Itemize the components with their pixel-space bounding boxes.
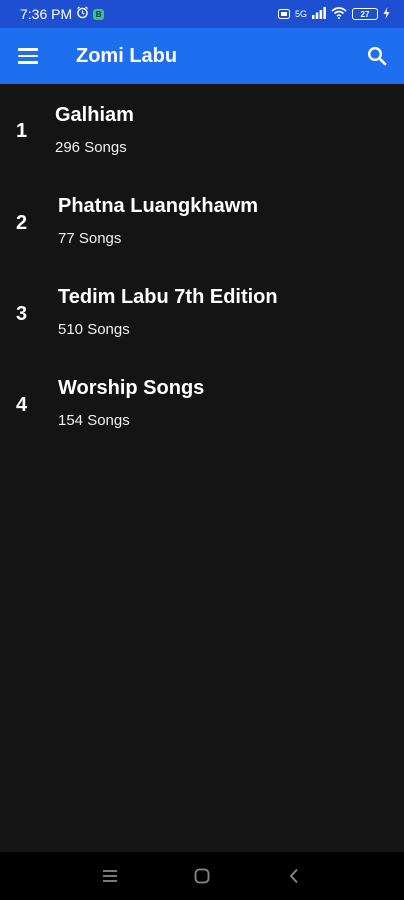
item-song-count: 77 Songs <box>58 230 122 247</box>
wifi-icon <box>331 6 347 22</box>
network-type-label: 5G <box>294 9 307 19</box>
app-bar: Zomi Labu <box>0 28 404 84</box>
list-item[interactable]: 2 Phatna Luangkhawm 77 Songs <box>0 175 404 266</box>
item-song-count: 510 Songs <box>58 321 130 338</box>
battery-icon: 27 <box>352 8 378 20</box>
hamburger-menu-icon[interactable] <box>18 44 42 68</box>
item-title: Worship Songs <box>58 377 205 399</box>
status-time: 7:36 PM <box>20 6 73 22</box>
search-icon[interactable] <box>364 43 390 69</box>
item-number: 4 <box>16 394 28 416</box>
item-song-count: 296 Songs <box>55 139 127 156</box>
volte-icon <box>277 6 290 22</box>
status-left: 7:36 PM B <box>20 6 105 22</box>
item-title: Phatna Luangkhawm <box>58 195 259 217</box>
notification-app-icon: B <box>93 8 105 20</box>
songbook-list: 1 Galhiam 296 Songs 2 Phatna Luangkhawm … <box>0 84 404 448</box>
app-title: Zomi Labu <box>76 44 178 67</box>
signal-icon <box>312 6 326 22</box>
back-icon[interactable] <box>284 866 304 886</box>
item-title: Galhiam <box>55 104 134 126</box>
item-number: 1 <box>16 120 28 142</box>
list-item[interactable]: 3 Tedim Labu 7th Edition 510 Songs <box>0 266 404 357</box>
status-right: 5G 27 <box>277 6 390 22</box>
home-icon[interactable] <box>192 866 212 886</box>
alarm-icon <box>76 6 89 22</box>
item-song-count: 154 Songs <box>58 412 130 429</box>
item-number: 3 <box>16 303 28 325</box>
item-number: 2 <box>16 212 28 234</box>
item-title: Tedim Labu 7th Edition <box>58 286 278 308</box>
status-bar: 7:36 PM B 5G 27 <box>0 0 404 28</box>
list-item[interactable]: 1 Galhiam 296 Songs <box>0 84 404 175</box>
charging-icon <box>383 6 390 22</box>
list-item[interactable]: 4 Worship Songs 154 Songs <box>0 357 404 448</box>
system-nav-bar <box>0 852 404 900</box>
recent-apps-icon[interactable] <box>100 866 120 886</box>
